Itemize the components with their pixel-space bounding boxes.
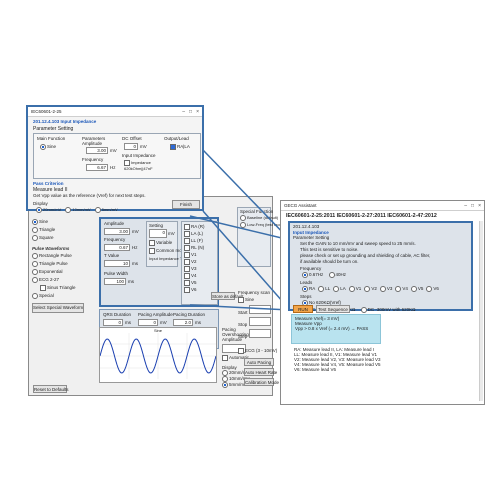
assistant-titlebar: GECG Assistant – □ × <box>281 201 484 211</box>
radio-lead-option[interactable] <box>410 286 417 292</box>
assistant-param-panel: 201.12.4.103 Input Impedance Parameter S… <box>288 221 473 313</box>
assistant-minimize-icon[interactable]: – <box>464 203 467 209</box>
radio-step-dcm300[interactable] <box>360 307 367 313</box>
radio-lead-option[interactable] <box>318 286 325 292</box>
standards-header: IEC60601-2-25:2011 IEC60601-2-27:2011 IE… <box>286 213 437 219</box>
test-sequence-button[interactable]: Test Sequence <box>316 305 350 313</box>
assistant-maximize-icon[interactable]: □ <box>471 203 474 209</box>
radio-lead-option[interactable] <box>302 286 308 292</box>
radio-lead-option[interactable] <box>364 286 371 292</box>
measurement-box: Measure Vref(= 3 mV) Measure Vpp Vpp > 0… <box>291 314 381 344</box>
assistant-scrollbar[interactable] <box>479 221 483 401</box>
radio-freq-067[interactable] <box>302 272 308 278</box>
assistant-window: GECG Assistant – □ × IEC60601-2-25:2011 IE… <box>280 200 485 405</box>
lead-instructions: RA: Measure lead II, LA: Measure lead I … <box>294 347 381 372</box>
radio-freq-40[interactable] <box>328 272 335 278</box>
radio-lead-option[interactable] <box>426 286 433 292</box>
lead-options: RA LL LA V1 V2 V3 V4 V5 V6 <box>302 286 459 292</box>
radio-lead-option[interactable] <box>333 286 340 292</box>
radio-lead-option[interactable] <box>395 286 402 292</box>
assistant-title: GECG Assistant <box>284 203 317 208</box>
assistant-close-icon[interactable]: × <box>478 203 481 209</box>
radio-lead-option[interactable] <box>379 286 386 292</box>
radio-lead-option[interactable] <box>348 286 355 292</box>
run-button[interactable]: RUN <box>293 305 313 313</box>
